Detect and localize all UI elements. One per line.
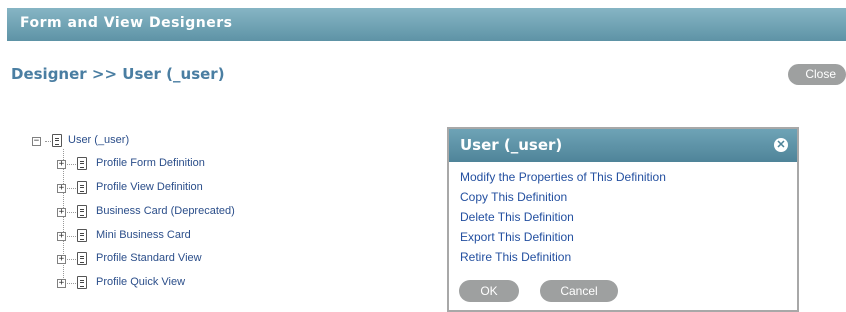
document-icon (77, 205, 87, 218)
page-header-title: Form and View Designers (20, 15, 233, 31)
document-icon (77, 229, 87, 242)
collapse-icon[interactable]: − (32, 137, 41, 146)
tree-node-label[interactable]: Mini Business Card (96, 229, 191, 241)
document-icon (77, 157, 87, 170)
tree-node-label[interactable]: Business Card (Deprecated) (96, 205, 235, 217)
ok-button[interactable]: OK (459, 280, 519, 302)
document-icon (77, 181, 87, 194)
expand-icon[interactable]: + (57, 184, 66, 193)
tree-node-label[interactable]: Profile Standard View (96, 252, 202, 264)
expand-icon[interactable]: + (57, 255, 66, 264)
close-button[interactable]: Close (788, 64, 846, 85)
document-icon (77, 276, 87, 289)
dialog-header: User (_user) ✕ (449, 129, 797, 162)
tree-node-label[interactable]: Profile View Definition (96, 181, 203, 193)
tree-node-label[interactable]: Profile Quick View (96, 276, 185, 288)
expand-icon[interactable]: + (57, 232, 66, 241)
tree-node-label[interactable]: User (_user) (68, 134, 129, 146)
document-icon (77, 252, 87, 265)
expand-icon[interactable]: + (57, 279, 66, 288)
tree-connector (45, 141, 51, 142)
breadcrumb: Designer >> User (_user) (11, 65, 225, 83)
copy-definition-link[interactable]: Copy This Definition (460, 190, 567, 204)
expand-icon[interactable]: + (57, 160, 66, 169)
page-header: Form and View Designers (7, 8, 846, 41)
expand-icon[interactable]: + (57, 208, 66, 217)
retire-definition-link[interactable]: Retire This Definition (460, 250, 571, 264)
cancel-button[interactable]: Cancel (540, 280, 618, 302)
close-icon[interactable]: ✕ (774, 138, 788, 152)
export-definition-link[interactable]: Export This Definition (460, 230, 574, 244)
dialog-title: User (_user) (460, 136, 563, 154)
tree-node-label[interactable]: Profile Form Definition (96, 157, 205, 169)
definition-actions-dialog: User (_user) ✕ Modify the Properties of … (447, 127, 799, 312)
document-icon (52, 134, 62, 147)
modify-properties-link[interactable]: Modify the Properties of This Definition (460, 170, 666, 184)
delete-definition-link[interactable]: Delete This Definition (460, 210, 574, 224)
